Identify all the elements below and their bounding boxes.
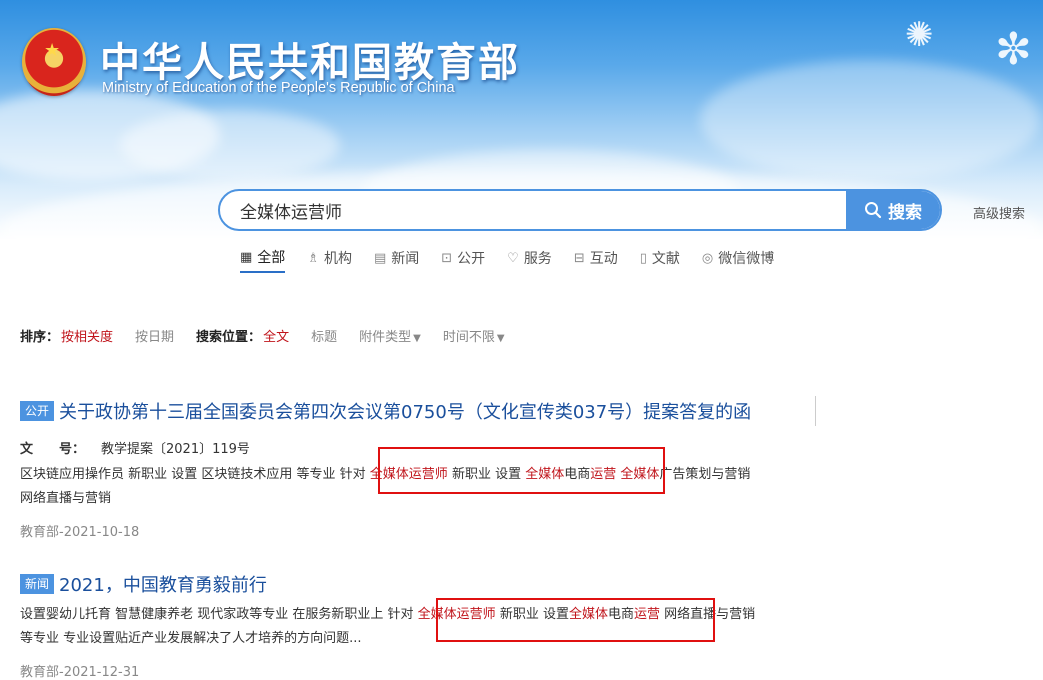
attachment-type-dropdown[interactable]: 附件类型 ▼ xyxy=(359,326,421,345)
advanced-search-link[interactable]: 高级搜索 xyxy=(973,203,1025,222)
result-date: 教育部-2021-10-18 xyxy=(20,525,140,540)
tab-service[interactable]: ♡ 服务 xyxy=(507,247,552,273)
annotation-box xyxy=(378,447,665,494)
chat-icon: ⊟ xyxy=(573,250,585,266)
heart-icon: ♡ xyxy=(507,250,519,266)
result-title-link[interactable]: 关于政协第十三届全国委员会第四次会议第0750号（文化宣传类037号）提案答复的… xyxy=(59,398,751,424)
news-icon: ▤ xyxy=(373,250,387,266)
grid-icon: ▦ xyxy=(240,249,253,265)
wechat-icon: ◎ xyxy=(701,250,714,266)
tab-public[interactable]: ⊡ 公开 xyxy=(441,247,485,273)
cloud-decoration xyxy=(700,60,1040,180)
meta-key: 文 号： xyxy=(20,442,86,457)
tab-label: 全部 xyxy=(257,250,286,266)
position-title-option[interactable]: 标题 xyxy=(311,326,337,345)
lock-icon: ⊡ xyxy=(441,250,453,266)
snippet-text: 区块链应用操作员 新职业 设置 区块链技术应用 等专业 针对 xyxy=(20,467,370,482)
dandelion-icon: ✼ xyxy=(995,24,1032,75)
tab-wechat-weibo[interactable]: ◎ 微信微博 xyxy=(702,247,774,273)
category-tabs: ▦ 全部 ♗ 机构 ▤ 新闻 ⊡ 公开 ♡ 服务 ⊟ 互动 ▯ 文献 ◎ 微信微博 xyxy=(240,247,796,273)
caret-down-icon: ▼ xyxy=(496,333,505,344)
snippet-text: 设置婴幼儿托育 智慧健康养老 现代家政等专业 在服务新职业上 针对 xyxy=(20,607,418,622)
sort-label: 排序： xyxy=(20,330,60,345)
tab-news[interactable]: ▤ 新闻 xyxy=(374,247,419,273)
dandelion-icon: ✺ xyxy=(905,15,934,55)
ministry-subtitle: Ministry of Education of the People's Re… xyxy=(102,80,455,96)
search-input[interactable] xyxy=(220,191,848,229)
tab-all[interactable]: ▦ 全部 xyxy=(240,247,286,273)
search-button[interactable]: 搜索 xyxy=(846,191,940,229)
divider xyxy=(815,396,816,426)
tab-label: 文献 xyxy=(651,251,680,267)
tab-org[interactable]: ♗ 机构 xyxy=(307,247,352,273)
tab-label: 互动 xyxy=(589,251,618,267)
cloud-decoration xyxy=(120,110,340,180)
annotation-box xyxy=(436,598,715,642)
search-button-label: 搜索 xyxy=(888,202,922,223)
tab-label: 公开 xyxy=(457,251,486,267)
result-badge: 新闻 xyxy=(20,574,55,594)
caret-down-icon: ▼ xyxy=(413,333,421,344)
tab-label: 新闻 xyxy=(391,251,420,267)
search-position-label: 搜索位置： xyxy=(196,330,262,345)
tab-interact[interactable]: ⊟ 互动 xyxy=(574,247,618,273)
national-emblem-icon[interactable]: ★ xyxy=(22,28,86,96)
tab-literature[interactable]: ▯ 文献 xyxy=(640,247,680,273)
tab-label: 微信微博 xyxy=(718,251,775,267)
meta-value: 教学提案〔2021〕119号 xyxy=(101,442,250,457)
search-bar: 搜索 xyxy=(218,189,942,231)
tab-label: 机构 xyxy=(323,251,352,267)
sort-date-option[interactable]: 按日期 xyxy=(135,326,174,345)
search-icon xyxy=(865,202,882,219)
tab-label: 服务 xyxy=(523,251,552,267)
time-range-dropdown[interactable]: 时间不限 ▼ xyxy=(443,326,505,345)
sort-relevance-option[interactable]: 按相关度 xyxy=(61,326,113,345)
time-range-label: 时间不限 xyxy=(442,330,495,345)
org-icon: ♗ xyxy=(307,250,319,266)
filter-bar: 排序： 按相关度 按日期 搜索位置： 全文 标题 附件类型 ▼ 时间不限 ▼ xyxy=(20,326,527,345)
position-full-text-option[interactable]: 全文 xyxy=(263,326,289,345)
result-badge: 公开 xyxy=(20,401,55,421)
document-icon: ▯ xyxy=(639,250,647,266)
attachment-type-label: 附件类型 xyxy=(359,330,412,345)
result-date: 教育部-2021-12-31 xyxy=(20,665,140,680)
result-title-link[interactable]: 2021，中国教育勇毅前行 xyxy=(59,571,267,597)
